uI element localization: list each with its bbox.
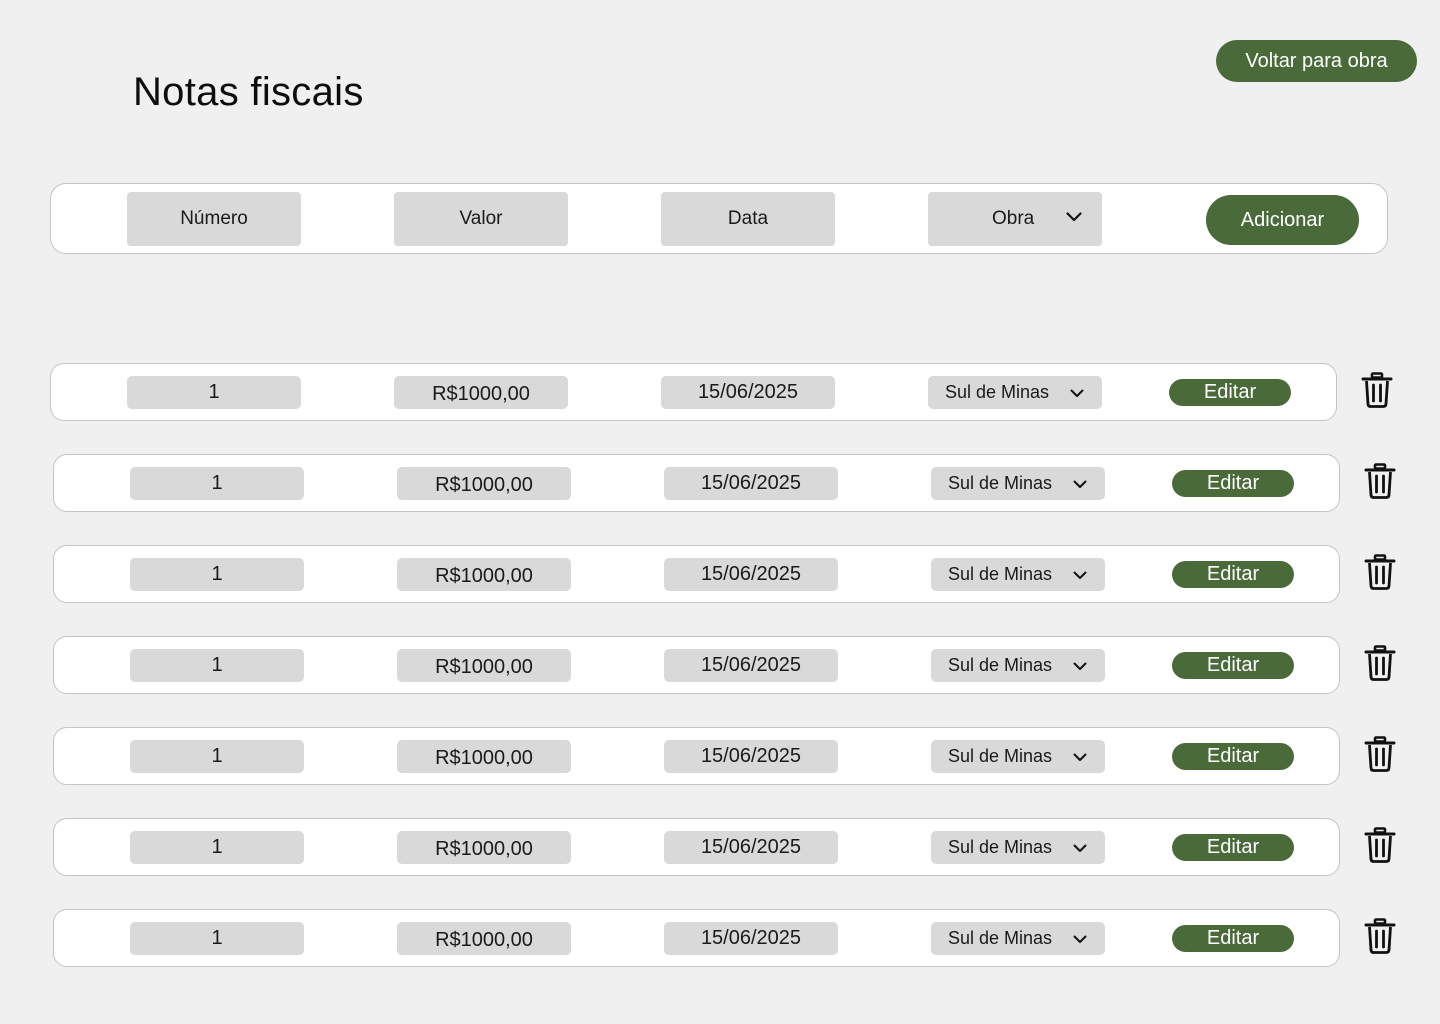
data-cell: 15/06/2025 xyxy=(664,467,838,500)
invoice-row-card: 1 R$1000,00 15/06/2025 Sul de Minas Edit… xyxy=(53,545,1340,603)
numero-cell: 1 xyxy=(130,740,304,773)
numero-cell: 1 xyxy=(130,831,304,864)
invoice-row-card: 1 R$1000,00 15/06/2025 Sul de Minas Edit… xyxy=(53,727,1340,785)
valor-cell: R$1000,00 xyxy=(397,649,571,682)
trash-icon[interactable] xyxy=(1364,918,1396,954)
chevron-down-icon xyxy=(1073,571,1087,580)
edit-button[interactable]: Editar xyxy=(1172,743,1294,770)
obra-select[interactable]: Sul de Minas xyxy=(931,831,1105,864)
valor-cell: R$1000,00 xyxy=(394,376,568,409)
chevron-down-icon xyxy=(1073,753,1087,762)
valor-cell: R$1000,00 xyxy=(397,467,571,500)
trash-icon[interactable] xyxy=(1364,554,1396,590)
data-field[interactable]: Data xyxy=(661,192,835,246)
obra-select-value: Sul de Minas xyxy=(948,837,1053,857)
obra-select-value: Sul de Minas xyxy=(948,564,1053,584)
valor-field[interactable]: Valor xyxy=(394,192,568,246)
filter-toolbar: Número Valor Data Obra Adicionar xyxy=(50,183,1388,254)
data-cell: 15/06/2025 xyxy=(661,376,835,409)
invoice-row-card: 1 R$1000,00 15/06/2025 Sul de Minas Edit… xyxy=(50,363,1337,421)
trash-icon[interactable] xyxy=(1364,645,1396,681)
chevron-down-icon xyxy=(1070,389,1084,398)
numero-cell: 1 xyxy=(130,922,304,955)
trash-icon[interactable] xyxy=(1364,736,1396,772)
numero-field[interactable]: Número xyxy=(127,192,301,246)
chevron-down-icon xyxy=(1066,212,1082,222)
back-to-obra-button[interactable]: Voltar para obra xyxy=(1216,40,1417,82)
edit-button[interactable]: Editar xyxy=(1172,925,1294,952)
invoice-row-card: 1 R$1000,00 15/06/2025 Sul de Minas Edit… xyxy=(53,636,1340,694)
obra-select[interactable]: Sul de Minas xyxy=(931,649,1105,682)
numero-cell: 1 xyxy=(130,558,304,591)
obra-select[interactable]: Obra xyxy=(928,192,1102,246)
data-cell: 15/06/2025 xyxy=(664,740,838,773)
valor-cell: R$1000,00 xyxy=(397,558,571,591)
obra-select-value: Sul de Minas xyxy=(948,928,1053,948)
invoice-row-card: 1 R$1000,00 15/06/2025 Sul de Minas Edit… xyxy=(53,909,1340,967)
edit-button[interactable]: Editar xyxy=(1172,470,1294,497)
obra-select-value: Sul de Minas xyxy=(945,382,1050,402)
obra-select[interactable]: Sul de Minas xyxy=(931,922,1105,955)
trash-icon[interactable] xyxy=(1364,827,1396,863)
data-cell: 15/06/2025 xyxy=(664,558,838,591)
obra-select-value: Sul de Minas xyxy=(948,655,1053,675)
obra-select-value: Sul de Minas xyxy=(948,473,1053,493)
invoice-row-card: 1 R$1000,00 15/06/2025 Sul de Minas Edit… xyxy=(53,818,1340,876)
data-cell: 15/06/2025 xyxy=(664,649,838,682)
numero-cell: 1 xyxy=(130,649,304,682)
invoice-row-card: 1 R$1000,00 15/06/2025 Sul de Minas Edit… xyxy=(53,454,1340,512)
chevron-down-icon xyxy=(1073,844,1087,853)
obra-select-label: Obra xyxy=(992,208,1035,229)
edit-button[interactable]: Editar xyxy=(1172,834,1294,861)
chevron-down-icon xyxy=(1073,480,1087,489)
obra-select[interactable]: Sul de Minas xyxy=(931,558,1105,591)
data-cell: 15/06/2025 xyxy=(664,922,838,955)
numero-cell: 1 xyxy=(130,467,304,500)
obra-select[interactable]: Sul de Minas xyxy=(928,376,1102,409)
edit-button[interactable]: Editar xyxy=(1169,379,1291,406)
data-cell: 15/06/2025 xyxy=(664,831,838,864)
obra-select[interactable]: Sul de Minas xyxy=(931,467,1105,500)
valor-cell: R$1000,00 xyxy=(397,740,571,773)
trash-icon[interactable] xyxy=(1361,372,1393,408)
page-title: Notas fiscais xyxy=(133,70,364,114)
valor-cell: R$1000,00 xyxy=(397,922,571,955)
valor-cell: R$1000,00 xyxy=(397,831,571,864)
chevron-down-icon xyxy=(1073,662,1087,671)
edit-button[interactable]: Editar xyxy=(1172,561,1294,588)
trash-icon[interactable] xyxy=(1364,463,1396,499)
edit-button[interactable]: Editar xyxy=(1172,652,1294,679)
obra-select-value: Sul de Minas xyxy=(948,746,1053,766)
numero-cell: 1 xyxy=(127,376,301,409)
add-button[interactable]: Adicionar xyxy=(1206,195,1359,245)
obra-select[interactable]: Sul de Minas xyxy=(931,740,1105,773)
chevron-down-icon xyxy=(1073,935,1087,944)
